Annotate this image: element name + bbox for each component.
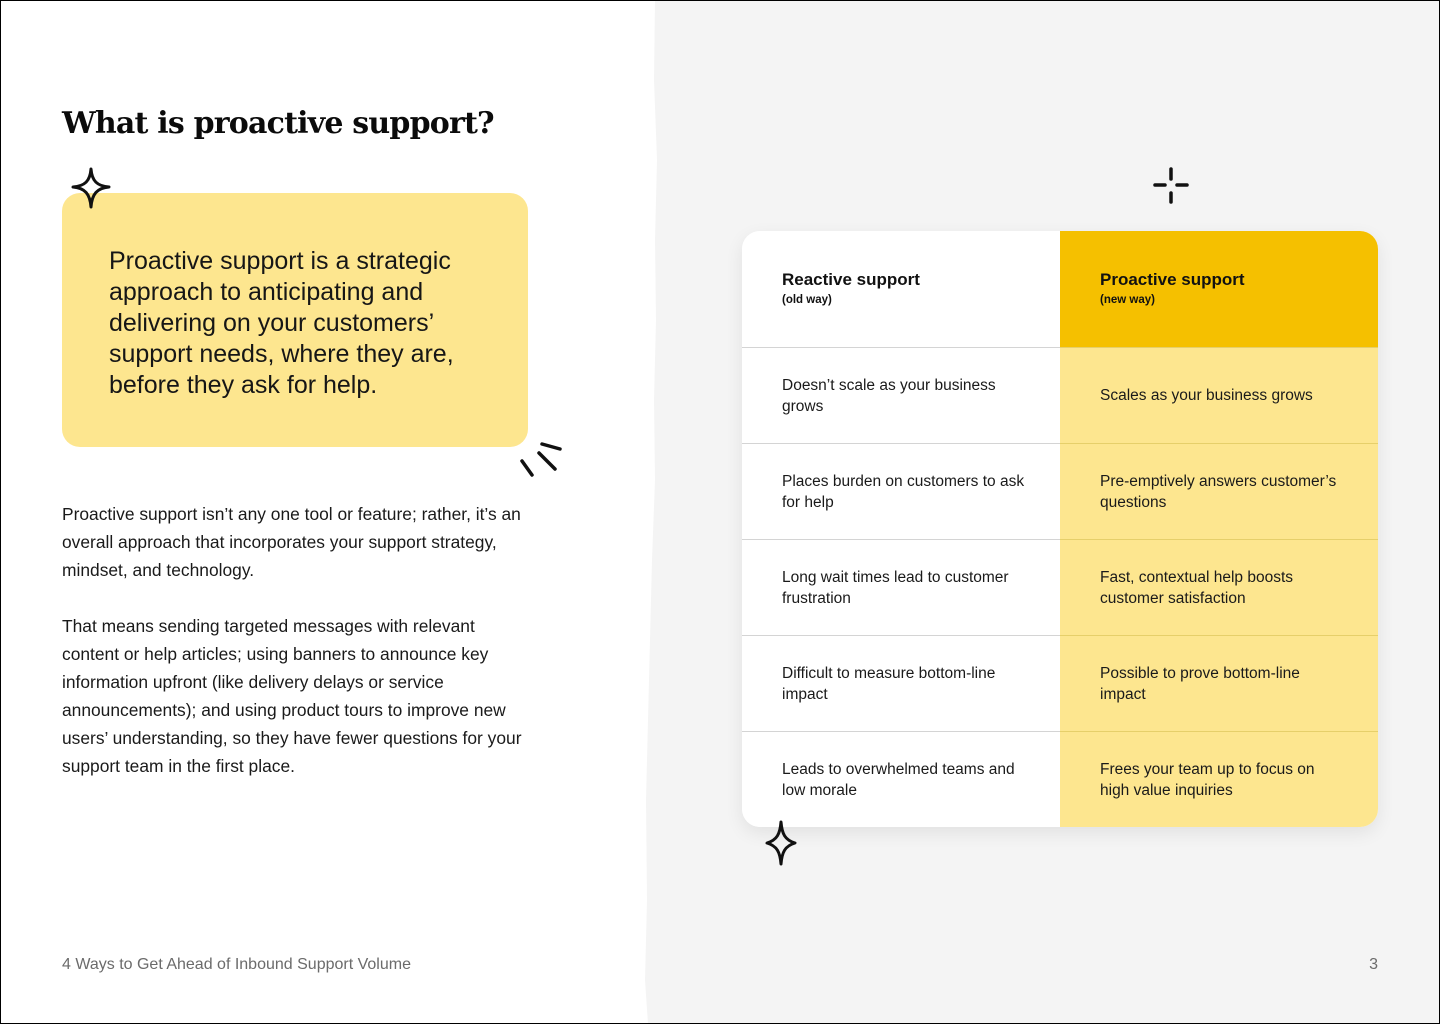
callout-text: Proactive support is a strategic approac… xyxy=(109,247,454,399)
reactive-cell: Doesn’t scale as your business grows xyxy=(742,347,1060,443)
page-title: What is proactive support? xyxy=(62,106,495,141)
reactive-subtitle: (old way) xyxy=(782,294,832,306)
reactive-header: Reactive support (old way) xyxy=(742,231,1060,347)
reactive-cell: Difficult to measure bottom-line impact xyxy=(742,635,1060,731)
cell-text: Frees your team up to focus on high valu… xyxy=(1100,760,1315,799)
comparison-table: Reactive support (old way) Proactive sup… xyxy=(742,231,1378,827)
cell-text: Long wait times lead to customer frustra… xyxy=(782,568,1009,607)
burst-lines-icon xyxy=(520,442,562,477)
definition-callout: Proactive support is a strategic approac… xyxy=(62,193,528,447)
cell-text: Fast, contextual help boosts customer sa… xyxy=(1100,568,1294,607)
proactive-cell: Fast, contextual help boosts customer sa… xyxy=(1060,539,1378,635)
reactive-cell: Leads to overwhelmed teams and low moral… xyxy=(742,731,1060,827)
footer-document-title: 4 Ways to Get Ahead of Inbound Support V… xyxy=(62,956,411,973)
sparkle-icon xyxy=(765,820,797,866)
cell-text: Possible to prove bottom-line impact xyxy=(1100,664,1300,703)
page-number: 3 xyxy=(1369,956,1378,973)
cell-text: Difficult to measure bottom-line impact xyxy=(782,664,996,703)
proactive-cell: Frees your team up to focus on high valu… xyxy=(1060,731,1378,827)
proactive-cell: Possible to prove bottom-line impact xyxy=(1060,635,1378,731)
proactive-title: Proactive support xyxy=(1100,270,1245,289)
reactive-cell: Places burden on customers to ask for he… xyxy=(742,443,1060,539)
proactive-cell: Pre-emptively answers customer’s questio… xyxy=(1060,443,1378,539)
proactive-header: Proactive support (new way) xyxy=(1060,231,1378,347)
sparkle-icon xyxy=(71,167,111,209)
plus-sparkle-icon xyxy=(1153,167,1189,204)
proactive-cell: Scales as your business grows xyxy=(1060,347,1378,443)
body-text: Proactive support isn’t any one tool or … xyxy=(62,500,532,808)
paragraph: That means sending targeted messages wit… xyxy=(62,616,522,776)
cell-text: Leads to overwhelmed teams and low moral… xyxy=(782,760,1015,799)
paragraph: Proactive support isn’t any one tool or … xyxy=(62,504,521,580)
cell-text: Scales as your business grows xyxy=(1100,387,1313,404)
proactive-subtitle: (new way) xyxy=(1100,294,1155,306)
cell-text: Pre-emptively answers customer’s questio… xyxy=(1100,472,1337,511)
reactive-title: Reactive support xyxy=(782,270,920,289)
reactive-cell: Long wait times lead to customer frustra… xyxy=(742,539,1060,635)
cell-text: Doesn’t scale as your business grows xyxy=(782,376,996,415)
cell-text: Places burden on customers to ask for he… xyxy=(782,472,1025,511)
